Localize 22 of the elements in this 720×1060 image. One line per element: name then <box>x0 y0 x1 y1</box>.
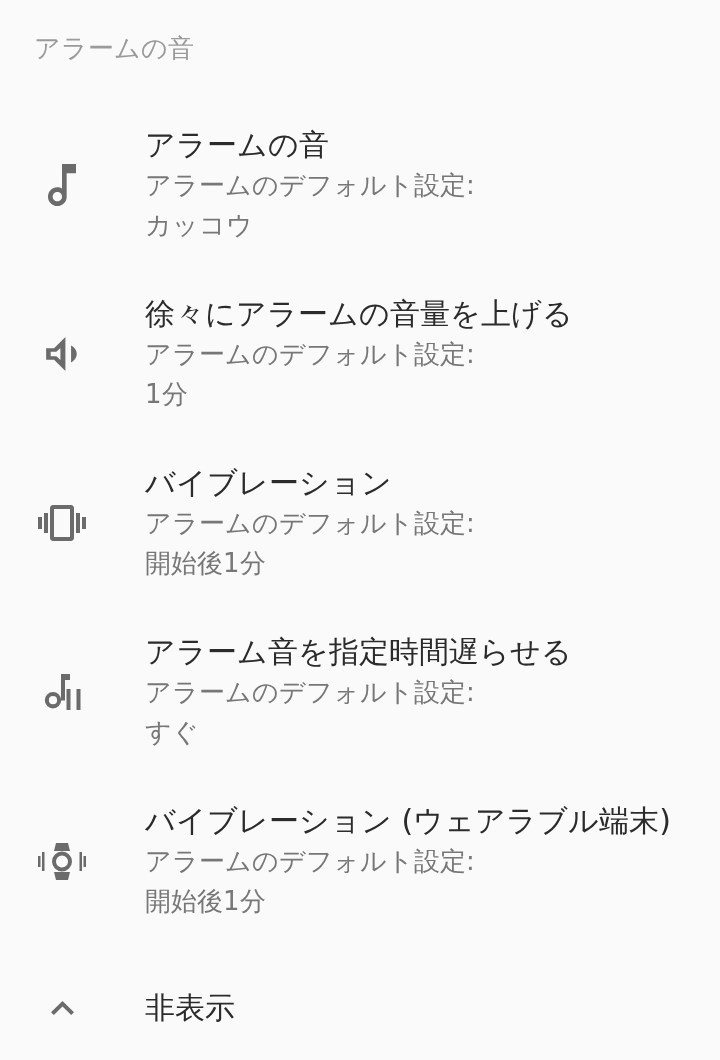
setting-value: 開始後1分 <box>145 547 266 580</box>
music-note-icon <box>48 164 76 206</box>
vibrating-watch-icon <box>38 842 86 880</box>
setting-title: アラーム音を指定時間遅らせる <box>145 633 572 671</box>
setting-value: 1分 <box>145 378 188 411</box>
setting-summary: アラームのデフォルト設定: <box>145 507 475 540</box>
section-header: アラームの音 <box>34 32 194 65</box>
setting-summary: アラームのデフォルト設定: <box>145 845 475 878</box>
setting-summary: アラームのデフォルト設定: <box>145 169 475 202</box>
speaker-icon <box>44 337 80 371</box>
setting-summary: アラームのデフォルト設定: <box>145 676 475 709</box>
setting-title: アラームの音 <box>145 126 329 164</box>
hide-button[interactable]: 非表示 <box>0 988 249 1028</box>
setting-value: カッコウ <box>145 209 253 242</box>
setting-title: バイブレーション (ウェアラブル端末) <box>145 802 671 840</box>
setting-value: 開始後1分 <box>145 885 266 918</box>
note-bars-icon <box>42 674 82 710</box>
setting-title: バイブレーション <box>145 464 392 502</box>
setting-summary: アラームのデフォルト設定: <box>145 338 475 371</box>
vibrating-phone-icon <box>38 505 86 541</box>
setting-value: すぐ <box>145 716 199 749</box>
setting-title: 徐々にアラームの音量を上げる <box>145 295 573 333</box>
